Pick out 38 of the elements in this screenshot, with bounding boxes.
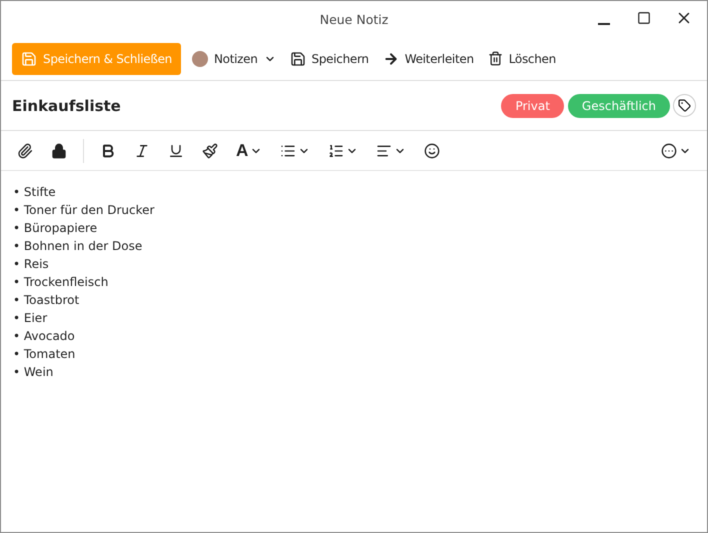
avatar-icon: [192, 50, 208, 66]
list-item: • Toner für den Drucker: [13, 202, 156, 219]
paperclip-icon: [17, 142, 33, 158]
minimize-icon: [598, 23, 610, 25]
more-options-icon: [661, 142, 677, 158]
maximize-icon: [637, 11, 651, 25]
list-item: • Tomaten: [13, 346, 76, 363]
arrow-right-icon: [382, 50, 399, 66]
list-item: • Trockenfleisch: [13, 274, 110, 291]
bold-icon: [100, 142, 116, 158]
delete-button[interactable]: Löschen: [484, 42, 559, 74]
note-title: Einkaufsliste: [12, 96, 122, 114]
save-button[interactable]: Speichern: [286, 42, 372, 74]
font-color-button[interactable]: A: [230, 136, 268, 164]
list-item: • Avocado: [13, 328, 76, 345]
list-item: • Reis: [13, 256, 50, 273]
align-left-icon: [376, 142, 392, 158]
add-tag-button[interactable]: [673, 94, 696, 117]
paintbrush-icon: [202, 142, 218, 158]
save-icon: [21, 50, 37, 66]
underline-icon: [168, 142, 184, 158]
list-item: • Eier: [13, 310, 48, 327]
bullet-list-icon: [280, 142, 296, 158]
forward-button[interactable]: Weiterleiten: [380, 42, 477, 74]
window-title: Neue Notiz: [320, 12, 388, 26]
list-item: • Wein: [13, 364, 54, 381]
lock-icon: [51, 142, 67, 158]
notes-dropdown[interactable]: Notizen: [188, 42, 279, 74]
list-item: • Stifte: [13, 184, 57, 201]
list-item: • Bohnen in der Dose: [13, 238, 144, 255]
list-item: • Büropapiere: [13, 220, 98, 237]
numbered-list-icon: [328, 142, 344, 158]
tag-icon: [678, 99, 691, 112]
save-icon: [290, 50, 306, 66]
list-item: • Toastbrot: [13, 292, 80, 309]
trash-icon: [488, 51, 503, 66]
smiley-icon: [424, 142, 440, 158]
italic-icon: [134, 142, 150, 158]
